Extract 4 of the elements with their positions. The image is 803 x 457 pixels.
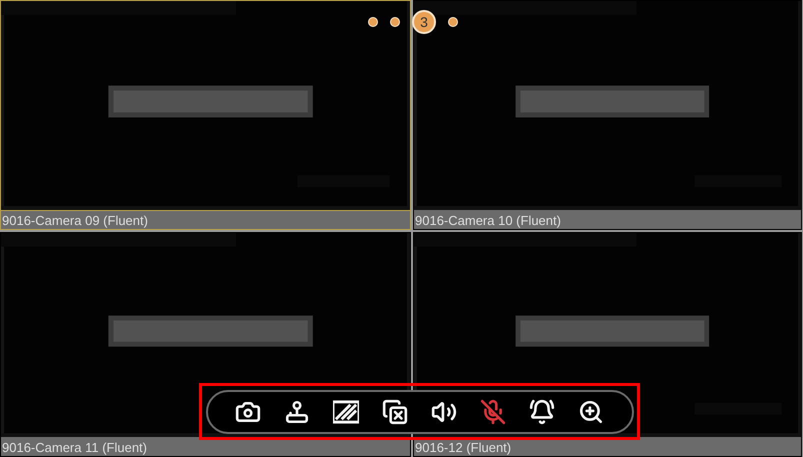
camera-label: 9016-12 (Fluent)	[414, 437, 801, 456]
camera-label: 9016-Camera 09 (Fluent)	[1, 210, 410, 229]
camera-label: 9016-Camera 11 (Fluent)	[1, 437, 410, 456]
camera-label: 9016-Camera 10 (Fluent)	[414, 210, 801, 229]
